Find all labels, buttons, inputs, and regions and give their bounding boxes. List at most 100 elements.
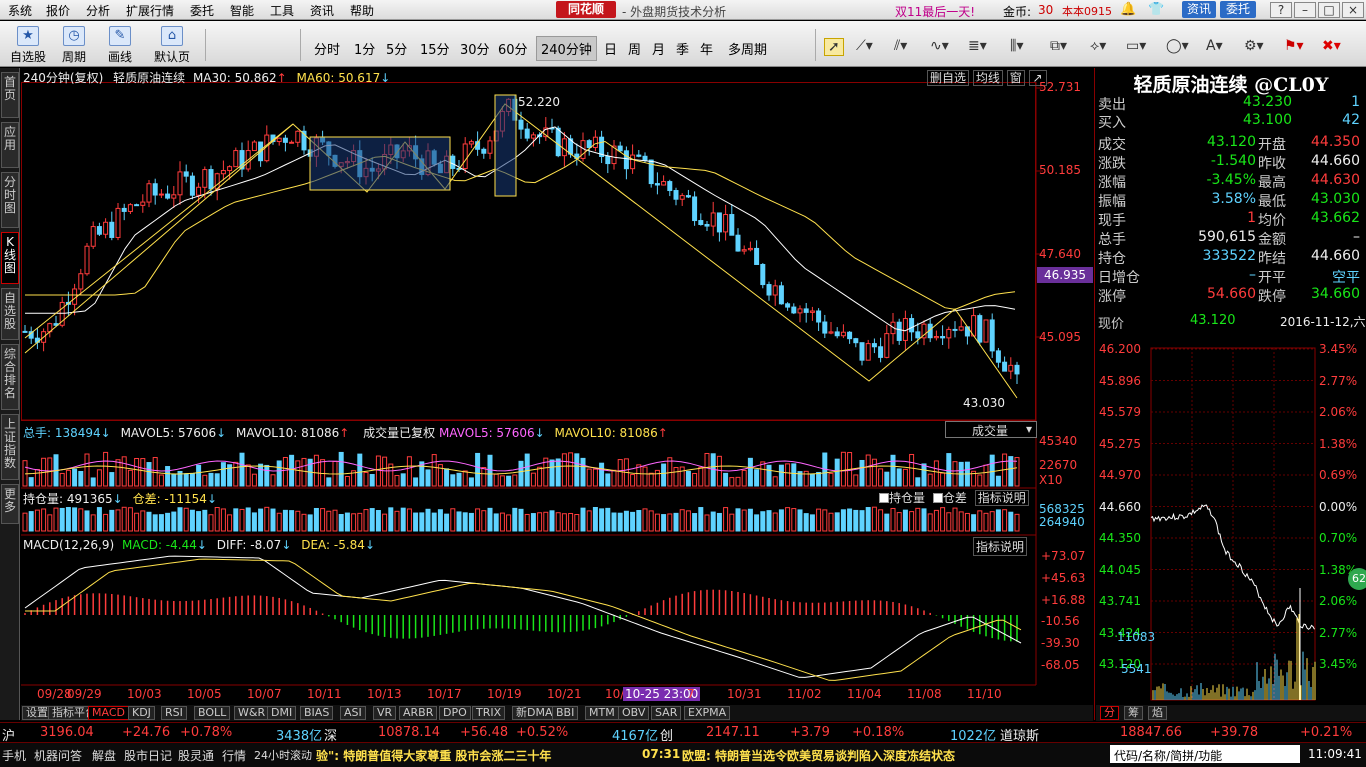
- bell-icon[interactable]: 🔔: [1120, 2, 1136, 17]
- period-1min[interactable]: 1分: [354, 39, 375, 58]
- period-week[interactable]: 周: [628, 39, 641, 58]
- wave-tool-icon[interactable]: ∿▾: [930, 38, 949, 54]
- status-mobile[interactable]: 手机: [2, 747, 26, 764]
- delete-tool-icon[interactable]: ✖▾: [1322, 38, 1341, 54]
- indicator-tab[interactable]: KDJ: [128, 706, 155, 720]
- trust-button[interactable]: 委托: [1220, 1, 1256, 18]
- help-icon[interactable]: ?: [1270, 2, 1292, 18]
- fib-tool-icon[interactable]: ≣▾: [968, 38, 987, 54]
- tab-watchlist[interactable]: 自选股: [1, 288, 19, 340]
- period-multi[interactable]: 多周期: [728, 39, 767, 58]
- status-qa[interactable]: 机器问答: [34, 747, 82, 764]
- oi-diff-checkbox[interactable]: [932, 493, 943, 503]
- period-30min[interactable]: 30分: [460, 39, 490, 58]
- promo-link[interactable]: 双11最后一天!: [895, 3, 975, 20]
- minimize-icon[interactable]: –: [1294, 2, 1316, 18]
- pattern-tool-icon[interactable]: ⟡▾: [1090, 38, 1106, 54]
- indicator-tab[interactable]: TRIX: [472, 706, 506, 720]
- period-day[interactable]: 日: [604, 39, 617, 58]
- period-month[interactable]: 月: [652, 39, 665, 58]
- status-diary[interactable]: 股市日记: [124, 747, 172, 764]
- gann-tool-icon[interactable]: ⫼▾: [1010, 38, 1023, 54]
- tab-intraday-yan[interactable]: 焰: [1148, 706, 1167, 720]
- indicator-tab[interactable]: ASI: [340, 706, 366, 720]
- status-24h[interactable]: 24小时滚动: [254, 747, 312, 763]
- cy-index[interactable]: 2147.11: [706, 725, 760, 740]
- tab-ranking[interactable]: 综合排名: [1, 344, 19, 410]
- tab-apps[interactable]: 应用: [1, 122, 19, 168]
- tab-shindex[interactable]: 上证指数: [1, 414, 19, 480]
- menu-smart[interactable]: 智能: [230, 2, 254, 19]
- watchlist-button[interactable]: ★ 自选股: [6, 24, 50, 64]
- ma-button[interactable]: 均线: [972, 70, 1003, 86]
- menu-news[interactable]: 资讯: [310, 2, 334, 19]
- period-5min[interactable]: 5分: [386, 39, 407, 58]
- kline-chart-svg[interactable]: [21, 68, 1093, 705]
- pointer-icon[interactable]: ➚: [824, 38, 844, 56]
- period-15min[interactable]: 15分: [420, 39, 450, 58]
- default-page-button[interactable]: ⌂ 默认页: [150, 24, 194, 64]
- period-fenshi[interactable]: 分时: [314, 39, 340, 58]
- indicator-tab[interactable]: RSI: [161, 706, 187, 720]
- tab-intraday-chou[interactable]: 筹: [1124, 706, 1143, 720]
- menu-extended-quote[interactable]: 扩展行情: [126, 2, 174, 19]
- oi-explain-button[interactable]: 指标说明: [974, 490, 1029, 506]
- indicator-tab[interactable]: SAR: [651, 706, 682, 720]
- sh-index[interactable]: 3196.04: [40, 725, 94, 740]
- oi-checkbox[interactable]: [879, 493, 889, 503]
- indicator-tab[interactable]: MTM: [585, 706, 619, 720]
- sz-index[interactable]: 10878.14: [378, 725, 440, 740]
- volume-indicator-select[interactable]: 成交量 ▾: [945, 421, 1037, 438]
- dj-index[interactable]: 18847.66: [1120, 725, 1182, 740]
- indicator-tab[interactable]: 新DMA: [512, 706, 557, 720]
- menu-quote[interactable]: 报价: [46, 2, 70, 19]
- tab-intraday-fen[interactable]: 分: [1100, 706, 1119, 720]
- text-tool-icon[interactable]: A▾: [1206, 38, 1223, 54]
- settings-tool-icon[interactable]: ⚙▾: [1244, 38, 1264, 54]
- tab-kline[interactable]: K线图: [1, 232, 19, 284]
- indicator-tab[interactable]: DPO: [439, 706, 471, 720]
- period-button[interactable]: ◷ 周期: [52, 24, 96, 64]
- draw-button[interactable]: ✎ 画线: [98, 24, 142, 64]
- news-ticker-1[interactable]: 验": 特朗普值得大家尊重 股市会涨二三十年: [316, 747, 551, 764]
- macd-explain-button[interactable]: 指标说明: [973, 537, 1028, 556]
- menu-system[interactable]: 系统: [8, 2, 32, 19]
- menu-analysis[interactable]: 分析: [86, 2, 110, 19]
- window-button[interactable]: 窗: [1006, 70, 1025, 86]
- parallel-tool-icon[interactable]: ⫽▾: [894, 38, 907, 54]
- indicator-tab[interactable]: BBI: [552, 706, 579, 720]
- search-input[interactable]: 代码/名称/简拼/功能: [1110, 745, 1300, 763]
- indicator-tab[interactable]: ARBR: [399, 706, 438, 720]
- tab-more[interactable]: 更多: [1, 484, 19, 524]
- indicator-tab[interactable]: MACD: [88, 706, 129, 720]
- indicator-tab[interactable]: BOLL: [194, 706, 231, 720]
- line-tool-icon[interactable]: ⟋▾: [856, 38, 873, 54]
- news-ticker-2[interactable]: 欧盟: 特朗普当选令欧美贸易谈判陷入深度冻结状态: [682, 747, 955, 764]
- status-badge[interactable]: 62: [1348, 568, 1366, 590]
- tab-home[interactable]: 首页: [1, 72, 19, 118]
- status-market[interactable]: 行情: [222, 747, 246, 764]
- channel-tool-icon[interactable]: ⧉▾: [1050, 38, 1067, 54]
- close-icon[interactable]: ×: [1342, 2, 1364, 18]
- period-quarter[interactable]: 季: [676, 39, 689, 58]
- menu-trust[interactable]: 委托: [190, 2, 214, 19]
- version-label[interactable]: 本本0915: [1062, 3, 1112, 19]
- indicator-tab[interactable]: EXPMA: [684, 706, 731, 720]
- menu-tools[interactable]: 工具: [270, 2, 294, 19]
- indicator-tab[interactable]: VR: [373, 706, 397, 720]
- remove-watchlist-button[interactable]: 删自选: [927, 70, 970, 86]
- indicator-tab[interactable]: BIAS: [300, 706, 334, 720]
- indicator-tab[interactable]: DMI: [267, 706, 297, 720]
- ellipse-tool-icon[interactable]: ◯▾: [1166, 38, 1189, 54]
- status-jiepan[interactable]: 解盘: [92, 747, 116, 764]
- bookmark-tool-icon[interactable]: ⚑▾: [1284, 38, 1304, 54]
- shirt-icon[interactable]: 👕: [1148, 2, 1164, 17]
- indicator-tab[interactable]: OBV: [618, 706, 650, 720]
- status-linktong[interactable]: 股灵通: [178, 747, 214, 764]
- period-240min[interactable]: 240分钟: [536, 36, 597, 61]
- rect-tool-icon[interactable]: ▭▾: [1126, 38, 1146, 54]
- news-button[interactable]: 资讯: [1182, 1, 1216, 18]
- indicator-tab[interactable]: W&R: [234, 706, 270, 720]
- maximize-icon[interactable]: □: [1318, 2, 1340, 18]
- period-60min[interactable]: 60分: [498, 39, 528, 58]
